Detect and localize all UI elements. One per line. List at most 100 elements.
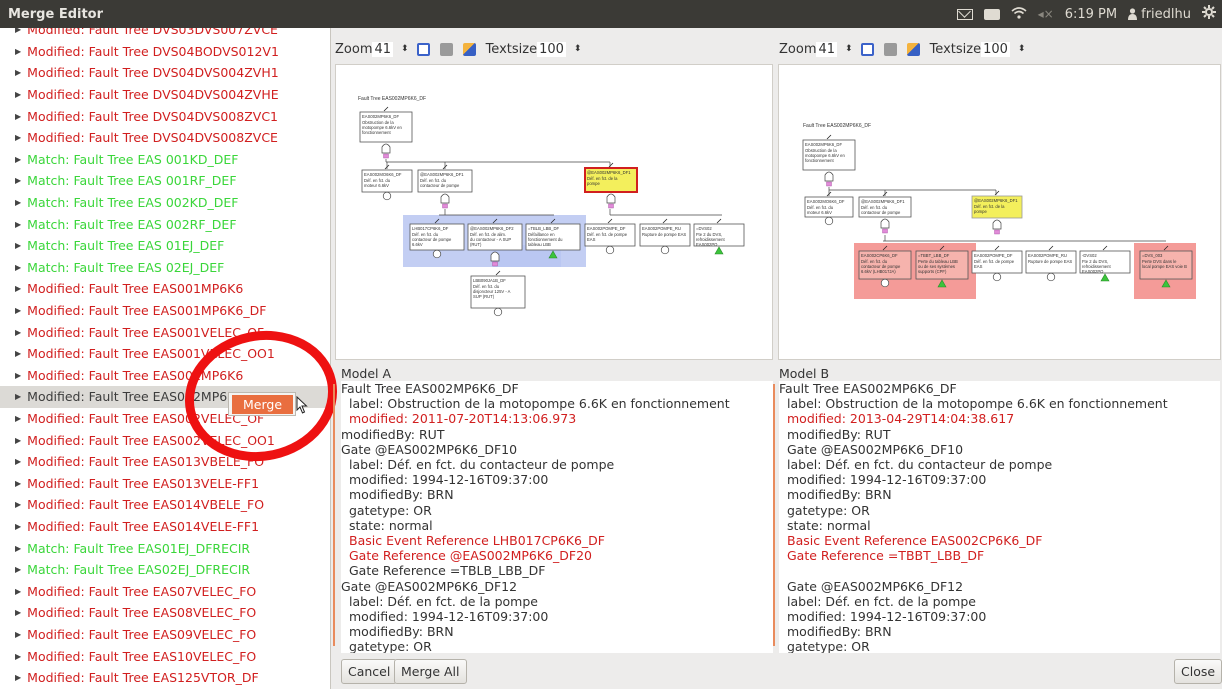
expand-arrow-icon[interactable]: ▶ — [15, 47, 21, 56]
node-id: LBB090JA1B_DF — [473, 278, 506, 283]
expand-arrow-icon[interactable]: ▶ — [15, 652, 21, 661]
list-item[interactable]: ▶ Modified: Fault Tree DVS04DVS008ZVCE — [0, 127, 330, 149]
fit-view-icon[interactable] — [416, 42, 430, 56]
zoom-spinbox[interactable]: 41 — [816, 41, 838, 57]
expand-arrow-icon[interactable]: ▶ — [15, 436, 21, 445]
user-name: friedlhu — [1141, 6, 1191, 22]
list-item[interactable]: ▶ Modified: Fault Tree EAS125VTOR_DF — [0, 667, 330, 689]
model-b-text-panel[interactable]: Fault Tree EAS002MP6K6_DF label: Obstruct… — [779, 381, 1220, 653]
list-item[interactable]: ▶ Modified: Fault Tree EAS014VELE-FF1 — [0, 516, 330, 538]
expand-arrow-icon[interactable]: ▶ — [15, 68, 21, 77]
expand-arrow-icon[interactable]: ▶ — [15, 90, 21, 99]
expand-arrow-icon[interactable]: ▶ — [15, 349, 21, 358]
expand-arrow-icon[interactable]: ▶ — [15, 112, 21, 121]
user-menu[interactable]: friedlhu — [1128, 7, 1191, 22]
mail-icon[interactable] — [956, 8, 973, 20]
model-a-text-panel[interactable]: Fault Tree EAS002MP6K6_DF label: Obstruct… — [341, 381, 773, 653]
keyboard-icon[interactable] — [983, 8, 1000, 20]
list-item[interactable]: ▶ Match: Fault Tree EAS 01EJ_DEF — [0, 235, 330, 257]
list-item-label: Modified: Fault Tree EAS014VELE-FF1 — [27, 518, 260, 534]
expand-arrow-icon[interactable]: ▶ — [15, 544, 21, 553]
list-item-label: Match: Fault Tree EAS01EJ_DFRECIR — [27, 540, 251, 556]
expand-arrow-icon[interactable]: ▶ — [15, 630, 21, 639]
list-item[interactable]: ▶ Modified: Fault Tree EAS013VELE-FF1 — [0, 472, 330, 494]
fault-tree-diagram-a[interactable]: Fault Tree EAS002MP6K6_DF EAS002MP6K6_DF O… — [335, 64, 773, 360]
list-item-label: Match: Fault Tree EAS 001RF_DEF — [27, 173, 237, 189]
node-label: moteur 6.6kV — [807, 210, 832, 215]
textsize-spin-arrows-icon[interactable]: ⬍ — [574, 44, 582, 54]
expand-arrow-icon[interactable]: ▶ — [15, 328, 21, 337]
close-button[interactable]: Close — [1174, 659, 1222, 684]
list-item[interactable]: ▶ Match: Fault Tree EAS02EJ_DFRECIR — [0, 559, 330, 581]
model-text-line: modifiedBy: BRN — [349, 487, 454, 503]
list-item[interactable]: ▶ Match: Fault Tree EAS 02EJ_DEF — [0, 257, 330, 279]
diagram-a-canvas[interactable]: Fault Tree EAS002MP6K6_DFEAS002MP6K6_DFO… — [336, 65, 773, 360]
textsize-spinbox[interactable]: 100 — [537, 41, 566, 57]
list-item[interactable]: ▶ Modified: Fault Tree DVS04BODVS012V1 — [0, 41, 330, 63]
print-icon[interactable] — [439, 42, 453, 56]
list-item[interactable]: ▶ Modified: Fault Tree EAS08VELEC_FO — [0, 602, 330, 624]
expand-arrow-icon[interactable]: ▶ — [15, 241, 21, 250]
textsize-spinbox[interactable]: 100 — [981, 41, 1010, 57]
expand-arrow-icon[interactable]: ▶ — [15, 220, 21, 229]
clock[interactable]: 6:19 PM — [1065, 7, 1117, 22]
textsize-spin-arrows-icon[interactable]: ⬍ — [1018, 44, 1026, 54]
expand-arrow-icon[interactable]: ▶ — [15, 176, 21, 185]
gate-marker — [994, 229, 1000, 235]
fit-view-icon[interactable] — [860, 42, 874, 56]
zoom-spin-arrows-icon[interactable]: ⬍ — [401, 44, 409, 54]
expand-arrow-icon[interactable]: ▶ — [15, 565, 21, 574]
expand-arrow-icon[interactable]: ▶ — [15, 500, 21, 509]
expand-arrow-icon[interactable]: ▶ — [15, 198, 21, 207]
settings-gear-icon[interactable] — [1202, 5, 1216, 23]
list-item[interactable]: ▶ Modified: Fault Tree EAS07VELEC_FO — [0, 580, 330, 602]
list-item[interactable]: ▶ Modified: Fault Tree EAS09VELEC_FO — [0, 624, 330, 646]
volume-muted-icon[interactable]: ◂× — [1038, 7, 1054, 21]
cancel-button[interactable]: Cancel — [341, 659, 398, 684]
model-text-line: state: normal — [349, 517, 433, 533]
list-item[interactable]: ▶ Modified: Fault Tree EAS001MP6K6_DF — [0, 300, 330, 322]
expand-arrow-icon[interactable]: ▶ — [15, 457, 21, 466]
node-label: SUP (RUT) — [473, 294, 495, 299]
expand-arrow-icon[interactable]: ▶ — [15, 371, 21, 380]
list-item[interactable]: ▶ Modified: Fault Tree DVS04DVS004ZVH1 — [0, 62, 330, 84]
fault-tree-diagram-b[interactable]: Fault Tree EAS002MP6K6_DF EAS002MP6K6_DF O… — [778, 64, 1221, 360]
gate-marker — [826, 181, 832, 187]
expand-arrow-icon[interactable]: ▶ — [15, 673, 21, 682]
list-item[interactable]: ▶ Match: Fault Tree EAS 001KD_DEF — [0, 149, 330, 171]
expand-arrow-icon[interactable]: ▶ — [15, 522, 21, 531]
expand-arrow-icon[interactable]: ▶ — [15, 392, 21, 401]
list-item[interactable]: ▶ Match: Fault Tree EAS 001RF_DEF — [0, 170, 330, 192]
list-item[interactable]: ▶ Match: Fault Tree EAS01EJ_DFRECIR — [0, 537, 330, 559]
wifi-icon[interactable] — [1011, 6, 1027, 23]
list-item[interactable]: ▶ Modified: Fault Tree DVS03DVS007ZVCE — [0, 28, 330, 41]
node-arrow — [994, 245, 1000, 251]
expand-arrow-icon[interactable]: ▶ — [15, 133, 21, 142]
zoom-spinbox[interactable]: 41 — [372, 41, 394, 57]
merge-all-button[interactable]: Merge All — [394, 659, 467, 684]
diagram-b-canvas[interactable]: Fault Tree EAS002MP6K6_DFEAS002MP6K6_DFO… — [779, 65, 1221, 360]
list-item[interactable]: ▶ Modified: Fault Tree EAS014VBELE_FO — [0, 494, 330, 516]
expand-arrow-icon[interactable]: ▶ — [15, 28, 21, 34]
print-icon[interactable] — [883, 42, 897, 56]
basic-event-circle — [880, 278, 890, 288]
node-arrow — [1048, 245, 1054, 251]
model-a-lines: Fault Tree EAS002MP6K6_DF label: Obstruct… — [341, 381, 773, 653]
expand-arrow-icon[interactable]: ▶ — [15, 587, 21, 596]
model-text-line: Gate @EAS002MP6K6_DF12 — [787, 578, 964, 594]
expand-arrow-icon[interactable]: ▶ — [15, 414, 21, 423]
expand-arrow-icon[interactable]: ▶ — [15, 263, 21, 272]
list-item[interactable]: ▶ Match: Fault Tree EAS 002KD_DEF — [0, 192, 330, 214]
list-item[interactable]: ▶ Modified: Fault Tree EAS10VELEC_FO — [0, 645, 330, 667]
zoom-spin-arrows-icon[interactable]: ⬍ — [845, 44, 853, 54]
merge-menu-item[interactable]: Merge — [232, 395, 293, 414]
list-item[interactable]: ▶ Modified: Fault Tree DVS04DVS004ZVHE — [0, 84, 330, 106]
expand-arrow-icon[interactable]: ▶ — [15, 479, 21, 488]
list-item[interactable]: ▶ Match: Fault Tree EAS 002RF_DEF — [0, 213, 330, 235]
expand-arrow-icon[interactable]: ▶ — [15, 608, 21, 617]
list-item[interactable]: ▶ Modified: Fault Tree DVS04DVS008ZVC1 — [0, 105, 330, 127]
expand-arrow-icon[interactable]: ▶ — [15, 155, 21, 164]
expand-arrow-icon[interactable]: ▶ — [15, 284, 21, 293]
expand-arrow-icon[interactable]: ▶ — [15, 306, 21, 315]
list-item[interactable]: ▶ Modified: Fault Tree EAS001MP6K6 — [0, 278, 330, 300]
